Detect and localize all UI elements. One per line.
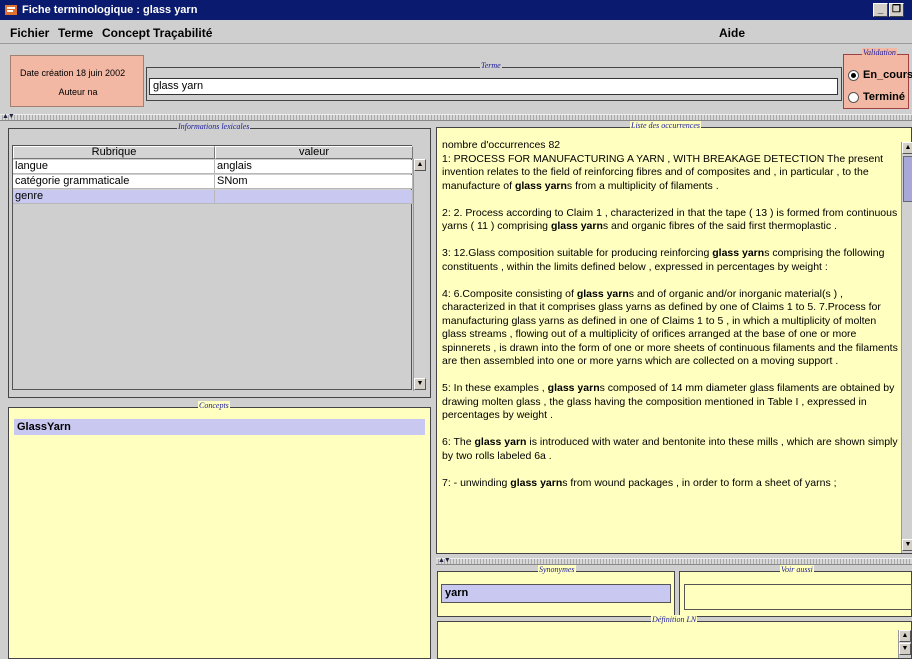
table-cell-rubrique[interactable]: langue <box>13 160 215 174</box>
minimize-button[interactable]: _ <box>873 3 888 17</box>
app-icon <box>5 5 17 15</box>
terme-group: Terme glass yarn <box>146 61 842 101</box>
occurrence-entry: 5: In these examples , glass yarns compo… <box>442 382 895 421</box>
occurrences-title: Liste des occurrences <box>630 121 702 130</box>
scroll-up-icon[interactable]: ▲ <box>902 142 912 154</box>
voir-aussi-panel: Voir aussi <box>679 565 912 617</box>
window-title: Fiche terminologique : glass yarn <box>22 4 198 16</box>
concepts-title: Concepts <box>198 401 230 410</box>
synonymes-panel: Synonymes yarn <box>437 565 675 617</box>
table-cell-valeur[interactable]: anglais <box>215 160 413 174</box>
voir-aussi-list[interactable] <box>684 584 912 610</box>
creation-date: Date création 18 juin 2002 <box>20 68 126 78</box>
synonym-item[interactable]: yarn <box>441 584 671 603</box>
terme-group-title: Terme <box>480 61 502 70</box>
validation-group-title: Validation <box>862 48 897 57</box>
definition-text[interactable] <box>441 630 893 658</box>
menu-tracabilite[interactable]: Traçabilité <box>153 26 212 40</box>
author: Auteur na <box>58 87 98 97</box>
table-row[interactable]: langue anglais <box>13 160 413 174</box>
window-title-bar: Fiche terminologique : glass yarn _ ❐ <box>0 0 912 20</box>
table-row[interactable]: catégorie grammaticale SNom <box>13 175 413 189</box>
scroll-down-icon[interactable]: ▼ <box>899 643 911 655</box>
table-cell-rubrique[interactable]: catégorie grammaticale <box>13 175 215 189</box>
creation-info-box: Date création 18 juin 2002 Auteur na <box>10 55 144 107</box>
terme-input[interactable]: glass yarn <box>149 78 838 95</box>
occurrence-count: nombre d'occurrences 82 <box>442 139 561 151</box>
occurrence-entry: 7: - unwinding glass yarns from wound pa… <box>442 476 837 489</box>
splitter-arrows-icon[interactable]: ▲▼ <box>438 557 451 564</box>
occurrences-scrollbar[interactable]: ▲ ▼ <box>901 142 912 553</box>
column-header-valeur[interactable]: valeur <box>215 146 413 159</box>
table-cell-rubrique[interactable]: genre <box>13 190 215 204</box>
scroll-down-icon[interactable]: ▼ <box>902 539 912 551</box>
menu-terme[interactable]: Terme <box>58 26 93 40</box>
occurrence-entry: 2: 2. Process according to Claim 1 , cha… <box>442 206 898 233</box>
scroll-up-icon[interactable]: ▲ <box>414 159 426 171</box>
radio-en-cours[interactable] <box>848 70 859 81</box>
lexical-info-title: Informations lexicales <box>177 122 251 131</box>
occurrence-entry: 3: 12.Glass composition suitable for pro… <box>442 247 885 273</box>
lexical-scrollbar[interactable]: ▲ ▼ <box>413 159 426 391</box>
synonymes-title: Synonymes <box>538 565 576 574</box>
definition-scrollbar[interactable]: ▲ ▼ <box>898 630 911 658</box>
lexical-info-panel: Informations lexicales Rubrique valeur l… <box>8 122 431 398</box>
definition-panel: Définition LN ▲ ▼ <box>437 615 912 659</box>
occurrence-entry: 6: The glass yarn is introduced with wat… <box>442 436 898 462</box>
lexical-table: Rubrique valeur langue anglais catégorie… <box>12 145 413 390</box>
concepts-panel: Concepts GlassYarn <box>8 401 431 659</box>
occurrence-entry: 4: 6.Composite consisting of glass yarns… <box>442 287 898 368</box>
definition-title: Définition LN <box>651 615 698 624</box>
menu-fichier[interactable]: Fichier <box>10 26 49 40</box>
occurrences-panel: Liste des occurrences nombre d'occurrenc… <box>436 121 912 554</box>
menu-concept[interactable]: Concept <box>102 26 150 40</box>
occurrences-text[interactable]: nombre d'occurrences 82 1: PROCESS FOR M… <box>442 139 901 552</box>
scroll-up-icon[interactable]: ▲ <box>899 630 911 642</box>
table-row[interactable]: genre <box>13 190 413 204</box>
table-cell-valeur[interactable] <box>215 190 413 204</box>
voir-aussi-title: Voir aussi <box>780 565 814 574</box>
radio-en-cours-label[interactable]: En_cours <box>863 69 912 81</box>
splitter-arrows-icon[interactable]: ▲▼ <box>2 113 15 120</box>
concept-item[interactable]: GlassYarn <box>14 419 425 435</box>
scroll-thumb[interactable] <box>903 156 912 202</box>
radio-termine[interactable] <box>848 92 859 103</box>
occurrence-entry: 1: PROCESS FOR MANUFACTURING A YARN , WI… <box>442 152 884 192</box>
table-cell-valeur[interactable]: SNom <box>215 175 413 189</box>
column-header-rubrique[interactable]: Rubrique <box>13 146 215 159</box>
horizontal-splitter[interactable]: ▲▼ <box>0 113 912 121</box>
right-splitter[interactable]: ▲▼ <box>436 557 912 565</box>
maximize-button[interactable]: ❐ <box>889 3 904 17</box>
scroll-down-icon[interactable]: ▼ <box>414 378 426 390</box>
menu-aide[interactable]: Aide <box>719 26 745 40</box>
validation-group: Validation En_cours Terminé <box>843 48 912 109</box>
menu-bar: Fichier Terme Concept Traçabilité Aide <box>0 20 912 44</box>
radio-termine-label[interactable]: Terminé <box>863 91 905 103</box>
